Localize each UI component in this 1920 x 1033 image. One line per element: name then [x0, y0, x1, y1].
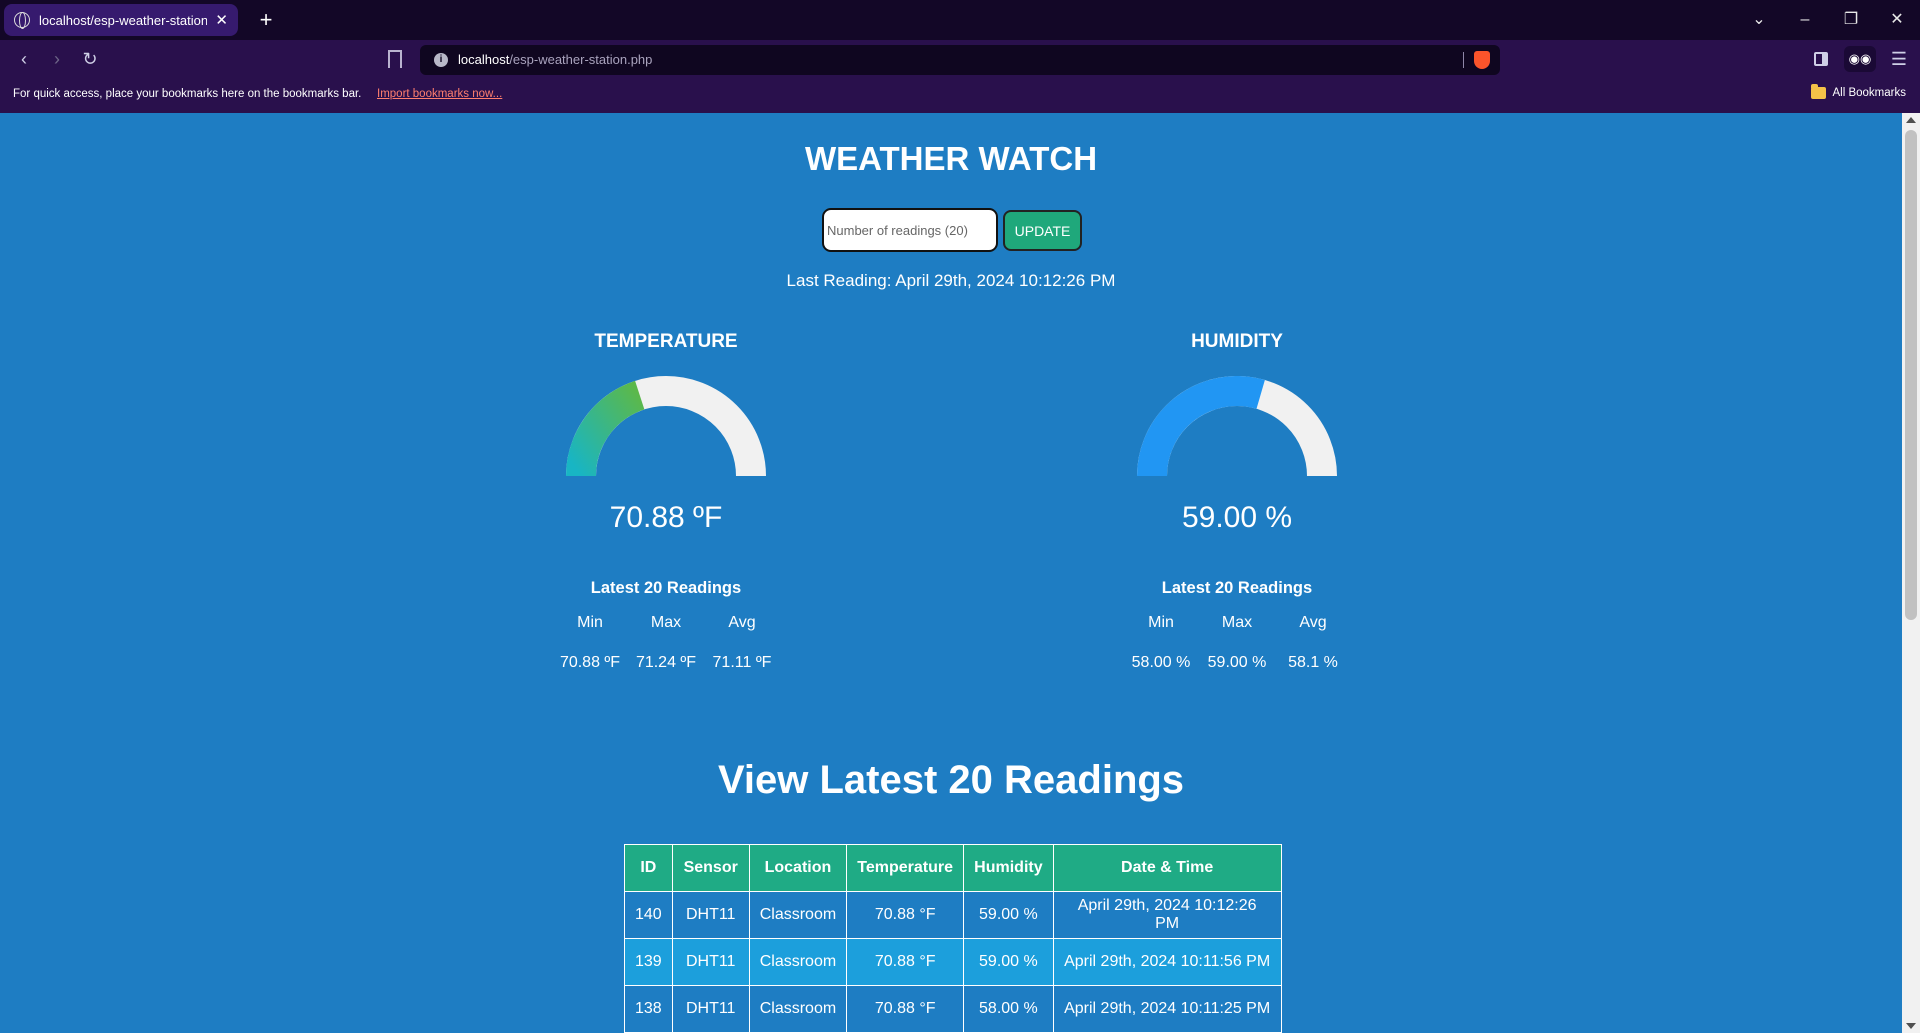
- url-host: localhost: [458, 52, 510, 67]
- table-cell: 70.88 °F: [846, 938, 965, 986]
- table-cell: 70.88 °F: [846, 985, 965, 1033]
- readings-table-title: View Latest 20 Readings: [717, 758, 1185, 802]
- table-cell: 140: [624, 891, 673, 939]
- table-cell: DHT11: [671, 938, 750, 986]
- temperature-value: 70.88 ºF: [609, 501, 723, 534]
- readings-table: ID Sensor Location Temperature Humidity …: [624, 844, 1282, 1033]
- table-row: 138 DHT11 Classroom 70.88 °F 58.00 % Apr…: [624, 985, 1282, 1033]
- column-header: ID: [624, 844, 673, 892]
- url-path: /esp-weather-station.php: [509, 52, 653, 67]
- column-header: Sensor: [671, 844, 750, 892]
- table-cell: 59.00 %: [963, 891, 1054, 939]
- humidity-stats-title: Latest 20 Readings: [1161, 579, 1313, 597]
- column-header: Location: [748, 844, 848, 892]
- humidity-card: HUMIDITY 59.00 % Latest 20 Readings Min …: [1117, 331, 1357, 672]
- restore-button[interactable]: ❐: [1836, 7, 1866, 33]
- address-url[interactable]: localhost/esp-weather-station.php: [458, 52, 652, 67]
- all-bookmarks-button[interactable]: All Bookmarks: [1810, 84, 1907, 99]
- table-cell: 139: [624, 938, 673, 986]
- hum-min-value: 58.00 %: [1131, 654, 1191, 671]
- readings-count-input[interactable]: [822, 208, 998, 252]
- temperature-card: TEMPERATURE 70.88 ºF Latest 20 Readings …: [546, 331, 786, 672]
- humidity-stats: Min Max Avg 58.00 % 59.00 % 58.1 %: [1123, 614, 1351, 672]
- temperature-stats-title: Latest 20 Readings: [590, 579, 742, 597]
- all-bookmarks-label: All Bookmarks: [1832, 87, 1907, 99]
- scroll-up-arrow-icon[interactable]: [1906, 117, 1916, 123]
- bookmark-icon[interactable]: [388, 50, 402, 68]
- hum-avg-value: 58.1 %: [1288, 654, 1338, 671]
- page-scrollbar[interactable]: [1902, 113, 1920, 1033]
- address-divider: [1463, 52, 1464, 68]
- temperature-heading: TEMPERATURE: [594, 331, 738, 352]
- table-cell: 70.88 °F: [846, 891, 965, 939]
- tab-title: localhost/esp-weather-station.php: [39, 12, 208, 28]
- temp-max-value: 71.24 ºF: [635, 654, 697, 671]
- temperature-gauge: [566, 376, 766, 476]
- site-info-icon[interactable]: i: [434, 53, 448, 67]
- table-cell: Classroom: [748, 985, 848, 1033]
- bookmarks-bar: For quick access, place your bookmarks h…: [0, 78, 1920, 113]
- globe-icon: [14, 12, 30, 29]
- menu-icon[interactable]: ☰: [1888, 48, 1910, 70]
- browser-tab[interactable]: localhost/esp-weather-station.php ✕: [4, 4, 238, 36]
- scroll-down-arrow-icon[interactable]: [1906, 1023, 1916, 1029]
- close-window-button[interactable]: ✕: [1882, 7, 1912, 33]
- temp-min-value: 70.88 ºF: [559, 654, 621, 671]
- table-cell: 138: [624, 985, 673, 1033]
- import-bookmarks-link[interactable]: Import bookmarks now...: [377, 88, 502, 100]
- table-cell: April 29th, 2024 10:11:56 PM: [1052, 938, 1282, 986]
- humidity-heading: HUMIDITY: [1191, 331, 1283, 352]
- hum-max-label: Max: [1221, 614, 1253, 631]
- temperature-gauge-fill: [566, 380, 645, 476]
- table-header-row: ID Sensor Location Temperature Humidity …: [624, 844, 1282, 892]
- temp-avg-value: 71.11 ºF: [712, 654, 772, 671]
- table-row: 140 DHT11 Classroom 70.88 °F 59.00 % Apr…: [624, 891, 1282, 939]
- table-cell: Classroom: [748, 891, 848, 939]
- table-cell: April 29th, 2024 10:11:25 PM: [1052, 985, 1282, 1033]
- humidity-gauge: [1137, 376, 1337, 476]
- table-cell: 58.00 %: [963, 985, 1054, 1033]
- reload-button[interactable]: ↻: [78, 48, 102, 70]
- close-tab-icon[interactable]: ✕: [215, 11, 228, 29]
- folder-icon: [1810, 84, 1826, 99]
- table-cell: 59.00 %: [963, 938, 1054, 986]
- tab-search-chevron-icon[interactable]: ⌄: [1744, 7, 1774, 33]
- last-reading: Last Reading: April 29th, 2024 10:12:26 …: [786, 271, 1116, 290]
- brave-shields-icon[interactable]: [1474, 51, 1490, 69]
- address-bar[interactable]: i localhost/esp-weather-station.php: [420, 45, 1500, 75]
- table-row: 139 DHT11 Classroom 70.88 °F 59.00 % Apr…: [624, 938, 1282, 986]
- temp-avg-label: Avg: [728, 614, 756, 631]
- new-tab-button[interactable]: +: [252, 6, 280, 34]
- scrollbar-thumb[interactable]: [1905, 130, 1917, 620]
- sidebar-toggle-icon[interactable]: [1814, 52, 1828, 66]
- hum-avg-label: Avg: [1299, 614, 1327, 631]
- table-cell: DHT11: [671, 985, 750, 1033]
- column-header: Humidity: [963, 844, 1054, 892]
- column-header: Temperature: [846, 844, 965, 892]
- table-cell: April 29th, 2024 10:12:26 PM: [1052, 891, 1282, 939]
- page-content: WEATHER WATCH UPDATE Last Reading: April…: [0, 113, 1902, 1033]
- temp-max-label: Max: [650, 614, 682, 631]
- forward-button[interactable]: ›: [45, 48, 69, 70]
- table-cell: Classroom: [748, 938, 848, 986]
- hum-min-label: Min: [1148, 614, 1174, 631]
- humidity-gauge-fill: [1137, 376, 1265, 476]
- page-title: WEATHER WATCH: [804, 140, 1098, 177]
- temperature-stats: Min Max Avg 70.88 ºF 71.24 ºF 71.11 ºF: [552, 614, 780, 672]
- private-profile-icon[interactable]: ◉◉: [1844, 46, 1876, 72]
- table-cell: DHT11: [671, 891, 750, 939]
- column-header: Date & Time: [1052, 844, 1282, 892]
- browser-tab-strip: localhost/esp-weather-station.php ✕ + ⌄ …: [0, 0, 1920, 40]
- humidity-value: 59.00 %: [1181, 501, 1293, 534]
- update-button[interactable]: UPDATE: [1003, 210, 1082, 251]
- bookmarks-hint: For quick access, place your bookmarks h…: [13, 88, 362, 100]
- temp-min-label: Min: [577, 614, 603, 631]
- hum-max-value: 59.00 %: [1207, 654, 1267, 671]
- back-button[interactable]: ‹: [12, 48, 36, 70]
- minimize-button[interactable]: –: [1790, 7, 1820, 33]
